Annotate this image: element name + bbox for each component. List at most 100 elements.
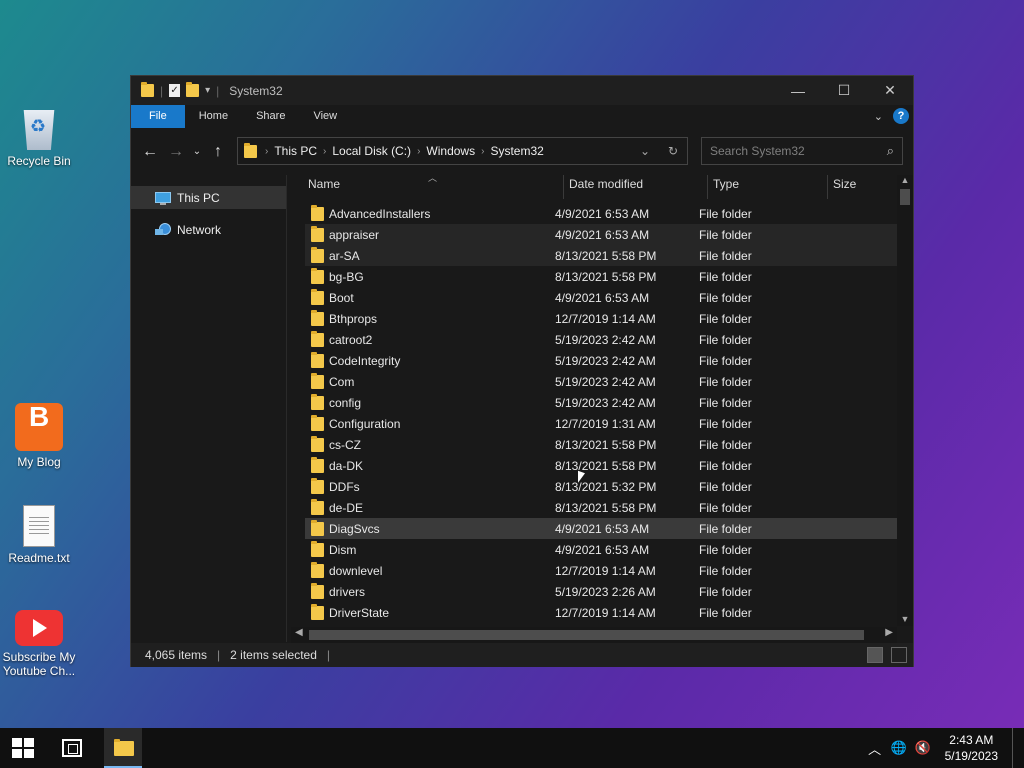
- file-type: File folder: [699, 479, 752, 494]
- breadcrumb-this-pc[interactable]: This PC: [268, 144, 323, 158]
- nav-item-network[interactable]: Network: [131, 218, 286, 241]
- nav-item-this-pc[interactable]: This PC: [131, 186, 286, 209]
- desktop-icon-my-blog[interactable]: My Blog: [1, 403, 77, 469]
- desktop-icon-recycle-bin[interactable]: Recycle Bin: [1, 106, 77, 168]
- file-name: bg-BG: [329, 269, 364, 284]
- tab-home[interactable]: Home: [185, 105, 242, 128]
- file-name: de-DE: [329, 500, 364, 515]
- table-row[interactable]: DiagSvcs 4/9/2021 6:53 AM File folder: [305, 518, 897, 539]
- network-globe-icon[interactable]: 🌐: [889, 740, 909, 756]
- tab-file[interactable]: File: [131, 105, 185, 128]
- scrollbar-thumb[interactable]: [900, 189, 910, 205]
- vertical-scrollbar[interactable]: ▲ ▼: [897, 175, 913, 626]
- status-bar: 4,065 items | 2 items selected |: [131, 643, 913, 667]
- forward-button[interactable]: →: [163, 143, 189, 161]
- table-row[interactable]: DDFs 8/13/2021 5:32 PM File folder: [305, 476, 897, 497]
- table-row[interactable]: cs-CZ 8/13/2021 5:58 PM File folder: [305, 434, 897, 455]
- new-folder-icon[interactable]: [186, 82, 200, 97]
- details-view-button[interactable]: [867, 647, 883, 663]
- minimize-button[interactable]: —: [775, 76, 821, 105]
- scroll-up-icon[interactable]: ▲: [897, 175, 913, 185]
- sort-ascending-icon: ︿: [428, 173, 438, 183]
- show-desktop-button[interactable]: [1012, 728, 1024, 768]
- table-row[interactable]: da-DK 8/13/2021 5:58 PM File folder: [305, 455, 897, 476]
- file-name: Dism: [329, 542, 357, 557]
- column-type[interactable]: Type: [713, 177, 739, 193]
- table-row[interactable]: Configuration 12/7/2019 1:31 AM File folde…: [305, 413, 897, 434]
- breadcrumb-windows[interactable]: Windows: [420, 144, 481, 158]
- up-button[interactable]: ↑: [205, 143, 231, 161]
- large-icons-view-button[interactable]: [891, 647, 907, 663]
- volume-muted-icon[interactable]: 🔇: [913, 740, 933, 756]
- back-button[interactable]: ←: [137, 143, 163, 161]
- table-row[interactable]: config 5/19/2023 2:42 AM File folder: [305, 392, 897, 413]
- table-row[interactable]: catroot2 5/19/2023 2:42 AM File folder: [305, 329, 897, 350]
- tab-view[interactable]: View: [299, 105, 351, 128]
- folder-icon: [311, 351, 324, 368]
- table-row[interactable]: CodeIntegrity 5/19/2023 2:42 AM File folde…: [305, 350, 897, 371]
- clock[interactable]: 2:43 AM 5/19/2023: [945, 732, 998, 764]
- table-row[interactable]: Bthprops 12/7/2019 1:14 AM File folder: [305, 308, 897, 329]
- desktop-icon-readme[interactable]: Readme.txt: [1, 505, 77, 565]
- table-row[interactable]: drivers 5/19/2023 2:26 AM File folder: [305, 581, 897, 602]
- table-row[interactable]: Com 5/19/2023 2:42 AM File folder: [305, 371, 897, 392]
- recent-locations-button[interactable]: ⌄: [189, 146, 205, 157]
- search-input[interactable]: Search System32 ⌕: [701, 137, 903, 165]
- file-date-modified: 8/13/2021 5:58 PM: [555, 248, 657, 263]
- expand-ribbon-icon[interactable]: ⌄: [874, 110, 883, 123]
- file-date-modified: 8/13/2021 5:58 PM: [555, 500, 657, 515]
- table-row[interactable]: bg-BG 8/13/2021 5:58 PM File folder: [305, 266, 897, 287]
- taskbar: ︿ 🌐 🔇 2:43 AM 5/19/2023: [0, 728, 1024, 768]
- column-headers: ︿ Name Date modified Type Size: [291, 173, 913, 199]
- desktop-icon-youtube[interactable]: Subscribe My Youtube Ch...: [1, 604, 77, 678]
- file-name: CodeIntegrity: [329, 353, 401, 368]
- table-row[interactable]: Boot 4/9/2021 6:53 AM File folder: [305, 287, 897, 308]
- customize-toolbar-icon[interactable]: ▾: [205, 85, 210, 96]
- tab-share[interactable]: Share: [242, 105, 299, 128]
- breadcrumb-local-disk[interactable]: Local Disk (C:): [326, 144, 417, 158]
- refresh-icon[interactable]: ↻: [659, 144, 687, 158]
- file-type: File folder: [699, 458, 752, 473]
- title-bar[interactable]: | ✓ ▾ | System32 — ☐ ✕: [131, 76, 913, 105]
- folder-icon: [311, 561, 324, 578]
- column-size[interactable]: Size: [833, 177, 856, 193]
- file-name: Configuration: [329, 416, 401, 431]
- table-row[interactable]: AdvancedInstallers 4/9/2021 6:53 AM File f…: [305, 203, 897, 224]
- show-hidden-icons-icon[interactable]: ︿: [865, 739, 885, 758]
- address-dropdown-icon[interactable]: ⌄: [631, 144, 659, 158]
- file-name: AdvancedInstallers: [329, 206, 431, 221]
- file-name: DDFs: [329, 479, 360, 494]
- scroll-left-icon[interactable]: ◀: [295, 627, 303, 638]
- task-view-button[interactable]: [62, 739, 82, 757]
- file-type: File folder: [699, 374, 752, 389]
- address-bar[interactable]: › This PC › Local Disk (C:) › Windows › …: [237, 137, 688, 165]
- start-button[interactable]: [12, 738, 34, 758]
- table-row[interactable]: DriverState 12/7/2019 1:14 AM File folder: [305, 602, 897, 623]
- scroll-down-icon[interactable]: ▼: [897, 614, 913, 624]
- file-date-modified: 12/7/2019 1:14 AM: [555, 563, 656, 578]
- help-icon[interactable]: ?: [893, 108, 909, 124]
- maximize-button[interactable]: ☐: [821, 76, 867, 105]
- horizontal-scrollbar[interactable]: ◀ ▶: [291, 627, 897, 643]
- search-placeholder: Search System32: [710, 144, 805, 158]
- column-date-modified[interactable]: Date modified: [569, 177, 643, 193]
- scrollbar-thumb[interactable]: [309, 630, 864, 640]
- breadcrumb-system32[interactable]: System32: [484, 144, 549, 158]
- table-row[interactable]: downlevel 12/7/2019 1:14 AM File folder: [305, 560, 897, 581]
- file-name: DiagSvcs: [329, 521, 380, 536]
- file-explorer-window: | ✓ ▾ | System32 — ☐ ✕ File Home Share V…: [130, 75, 914, 667]
- table-row[interactable]: appraiser 4/9/2021 6:53 AM File folder: [305, 224, 897, 245]
- file-date-modified: 5/19/2023 2:42 AM: [555, 374, 656, 389]
- properties-icon[interactable]: ✓: [169, 84, 181, 97]
- scroll-right-icon[interactable]: ▶: [885, 627, 893, 638]
- file-date-modified: 4/9/2021 6:53 AM: [555, 206, 650, 221]
- table-row[interactable]: de-DE 8/13/2021 5:58 PM File folder: [305, 497, 897, 518]
- table-row[interactable]: Dism 4/9/2021 6:53 AM File folder: [305, 539, 897, 560]
- column-name[interactable]: Name: [308, 177, 340, 193]
- table-row[interactable]: ar-SA 8/13/2021 5:58 PM File folder: [305, 245, 897, 266]
- text-file-icon: [23, 505, 55, 547]
- taskbar-file-explorer[interactable]: [104, 728, 142, 768]
- file-type: File folder: [699, 584, 752, 599]
- close-button[interactable]: ✕: [867, 76, 913, 105]
- navigation-pane: This PC Network: [131, 175, 287, 642]
